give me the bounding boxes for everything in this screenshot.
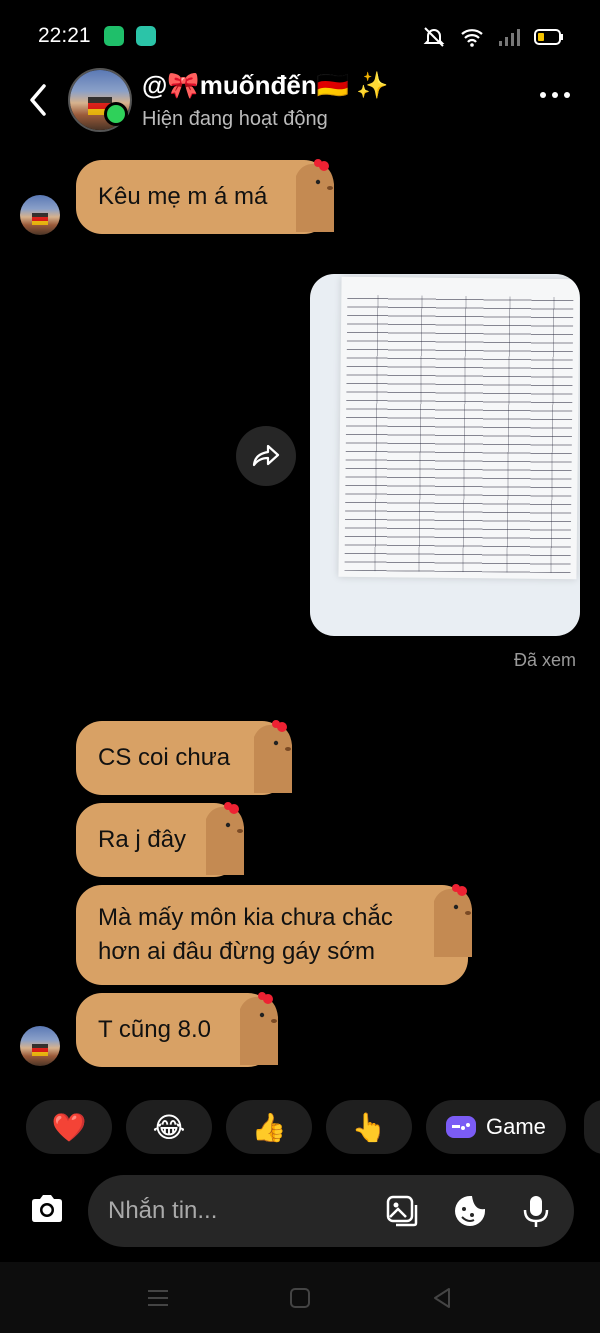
capybara-sticker-icon bbox=[206, 802, 244, 875]
message-text: Kêu mẹ m á má bbox=[98, 183, 268, 210]
microphone-icon[interactable] bbox=[518, 1193, 554, 1229]
mute-bell-icon bbox=[423, 27, 445, 47]
capybara-sticker-icon bbox=[240, 992, 278, 1065]
status-icons bbox=[422, 25, 564, 49]
gamepad-icon bbox=[446, 1116, 476, 1138]
message-bubble[interactable]: T cũng 8.0 bbox=[76, 992, 278, 1067]
laughing-face-icon[interactable]: 😂 bbox=[126, 1100, 212, 1154]
app-notification-icon-2 bbox=[136, 26, 156, 46]
sticker-icon[interactable] bbox=[452, 1193, 488, 1229]
status-time: 22:21 bbox=[38, 24, 91, 47]
app-notification-icon bbox=[104, 26, 124, 46]
message-text: CS coi chưa bbox=[98, 744, 231, 771]
message-input[interactable] bbox=[108, 1193, 368, 1229]
capybara-sticker-icon bbox=[296, 159, 334, 232]
online-indicator bbox=[104, 102, 128, 126]
chat-header: @🎀muốnđến🇩🇪 ✨ Hiện đang hoạt động bbox=[0, 60, 600, 140]
capybara-sticker-icon bbox=[254, 720, 292, 793]
message-bubble[interactable]: CS coi chưa bbox=[76, 720, 292, 795]
share-arrow-icon bbox=[252, 444, 280, 467]
share-button[interactable] bbox=[236, 426, 296, 486]
photo-message[interactable] bbox=[310, 274, 580, 636]
more-options-icon[interactable] bbox=[540, 92, 570, 98]
camera-icon[interactable] bbox=[26, 1188, 68, 1230]
message-composer bbox=[88, 1175, 574, 1247]
wifi-icon bbox=[461, 29, 483, 47]
gallery-icon[interactable] bbox=[384, 1193, 420, 1229]
back-triangle-icon[interactable] bbox=[430, 1286, 454, 1310]
thumbs-up-icon[interactable]: 👍 bbox=[226, 1100, 312, 1154]
battery-icon bbox=[534, 29, 563, 45]
message-bubble[interactable]: Ra j đây bbox=[76, 802, 244, 877]
heart-icon[interactable]: ❤️ bbox=[26, 1100, 112, 1154]
message-bubble[interactable]: Kêu mẹ m á má bbox=[76, 159, 334, 234]
message-text: Mà mấy môn kia chưa chắc hơn ai đâu đừng… bbox=[98, 904, 393, 965]
quick-reaction-bar: ❤️ 😂 👍 👆 Game bbox=[26, 1100, 566, 1154]
game-button[interactable]: Game bbox=[426, 1100, 566, 1154]
quick-reaction-overflow[interactable] bbox=[584, 1100, 600, 1154]
contact-name[interactable]: @🎀muốnđến🇩🇪 ✨ bbox=[142, 70, 389, 101]
activity-status: Hiện đang hoạt động bbox=[142, 108, 328, 130]
back-arrow-icon[interactable] bbox=[24, 80, 54, 120]
grade-sheet-image bbox=[338, 276, 580, 580]
seen-receipt: Đã xem bbox=[513, 650, 576, 670]
message-bubble[interactable]: Mà mấy môn kia chưa chắc hơn ai đâu đừng… bbox=[76, 884, 472, 985]
message-text: T cũng 8.0 bbox=[98, 1016, 211, 1043]
signal-icon bbox=[499, 29, 520, 46]
message-text: Ra j đây bbox=[98, 826, 187, 853]
home-icon[interactable] bbox=[288, 1286, 312, 1310]
menu-icon[interactable] bbox=[146, 1286, 170, 1310]
sender-avatar[interactable] bbox=[20, 1026, 60, 1066]
sender-avatar[interactable] bbox=[20, 195, 60, 235]
system-nav-bar bbox=[0, 1262, 600, 1333]
game-label: Game bbox=[486, 1114, 546, 1139]
pointing-up-icon[interactable]: 👆 bbox=[326, 1100, 412, 1154]
